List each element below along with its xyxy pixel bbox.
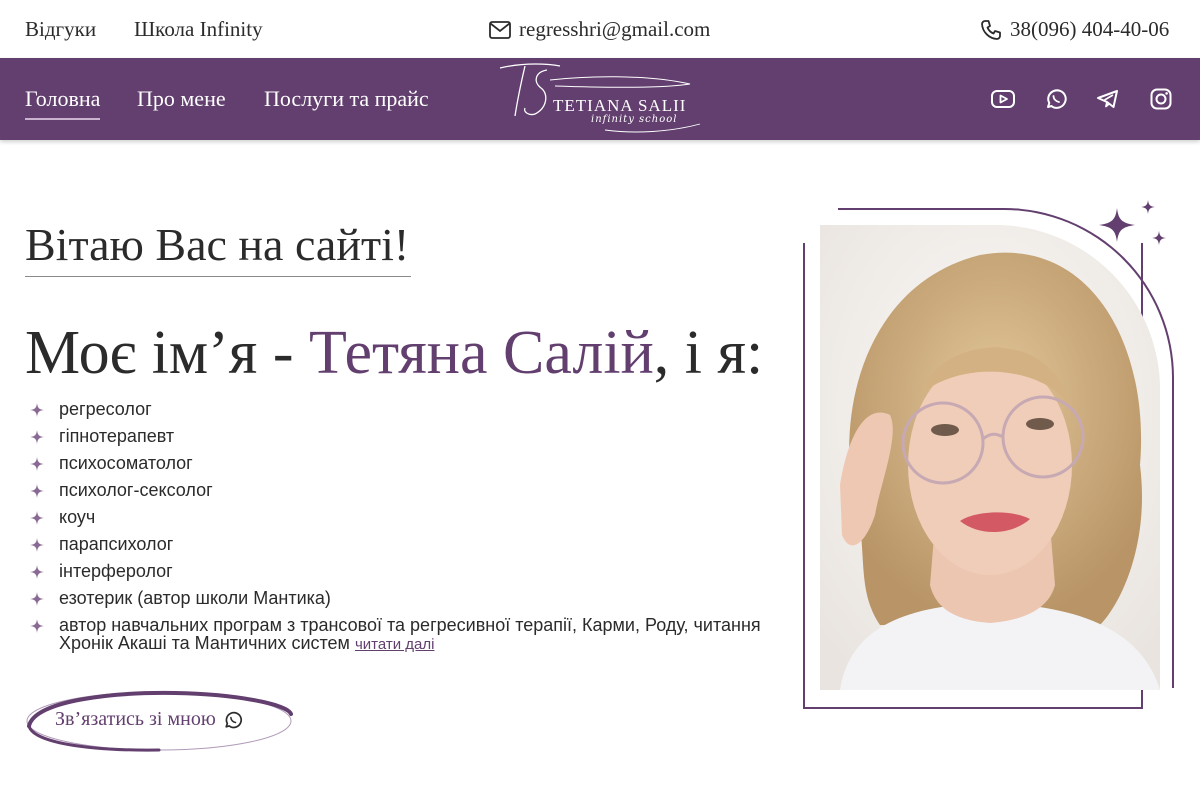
list-item: гіпнотерапевт	[30, 427, 770, 445]
top-bar: Відгуки Школа Infinity regresshri@gmail.…	[0, 0, 1200, 58]
star-bullet-icon	[30, 457, 44, 471]
list-item: психолог-сексолог	[30, 481, 770, 499]
logo-subtitle: infinity school	[591, 114, 678, 125]
list-item: коуч	[30, 508, 770, 526]
star-bullet-icon	[30, 511, 44, 525]
list-item: езотерик (автор школи Мантика)	[30, 589, 770, 607]
roles-list: регресолог гіпнотерапевт психосоматолог …	[30, 400, 770, 663]
sparkles-decoration	[1099, 200, 1166, 245]
welcome-heading: Вітаю Вас на сайті!	[25, 219, 410, 270]
contact-me-button[interactable]: Зв’язатись зі мною	[25, 688, 295, 754]
star-bullet-icon	[30, 619, 44, 633]
portrait-photo	[820, 225, 1160, 690]
youtube-icon[interactable]	[990, 86, 1016, 112]
list-item: психосоматолог	[30, 454, 770, 472]
envelope-icon	[489, 20, 511, 39]
reviews-link[interactable]: Відгуки	[25, 17, 96, 42]
list-item: регресолог	[30, 400, 770, 418]
site-logo[interactable]: TETIANA SALII infinity school	[495, 58, 710, 140]
telegram-icon[interactable]	[1095, 86, 1121, 112]
list-item: інтерферолог	[30, 562, 770, 580]
list-item: автор навчальних програм з трансової та …	[30, 616, 770, 654]
star-bullet-icon	[30, 403, 44, 417]
whatsapp-icon	[225, 711, 242, 728]
whatsapp-icon[interactable]	[1043, 86, 1069, 112]
intro-heading: Моє ім’я - Тетяна Салій, і я:	[25, 318, 763, 389]
phone-contact[interactable]: 38(096) 404-40-06	[980, 17, 1169, 42]
nav-item-about[interactable]: Про мене	[137, 86, 226, 112]
school-infinity-link[interactable]: Школа Infinity	[134, 17, 263, 42]
instagram-icon[interactable]	[1148, 86, 1174, 112]
star-bullet-icon	[30, 430, 44, 444]
email-contact[interactable]: regresshri@gmail.com	[489, 17, 710, 42]
intro-prefix: Моє ім’я -	[25, 319, 309, 387]
email-text: regresshri@gmail.com	[519, 17, 711, 41]
logo-name: TETIANA SALII	[553, 96, 687, 115]
list-item: парапсихолог	[30, 535, 770, 553]
star-bullet-icon	[30, 592, 44, 606]
nav-item-home[interactable]: Головна	[25, 86, 101, 120]
phone-text: 38(096) 404-40-06	[1010, 17, 1170, 41]
star-bullet-icon	[30, 538, 44, 552]
intro-name: Тетяна Салій	[308, 319, 654, 387]
phone-icon	[980, 19, 1002, 41]
star-bullet-icon	[30, 484, 44, 498]
star-bullet-icon	[30, 565, 44, 579]
cta-label: Зв’язатись зі мною	[55, 708, 244, 731]
welcome-underline	[25, 276, 411, 277]
intro-suffix: , і я:	[653, 319, 764, 387]
read-more-link[interactable]: читати далі	[355, 636, 435, 653]
nav-item-services[interactable]: Послуги та прайс	[264, 86, 429, 112]
main-navigation: Головна Про мене Послуги та прайс TETIAN…	[0, 58, 1200, 140]
